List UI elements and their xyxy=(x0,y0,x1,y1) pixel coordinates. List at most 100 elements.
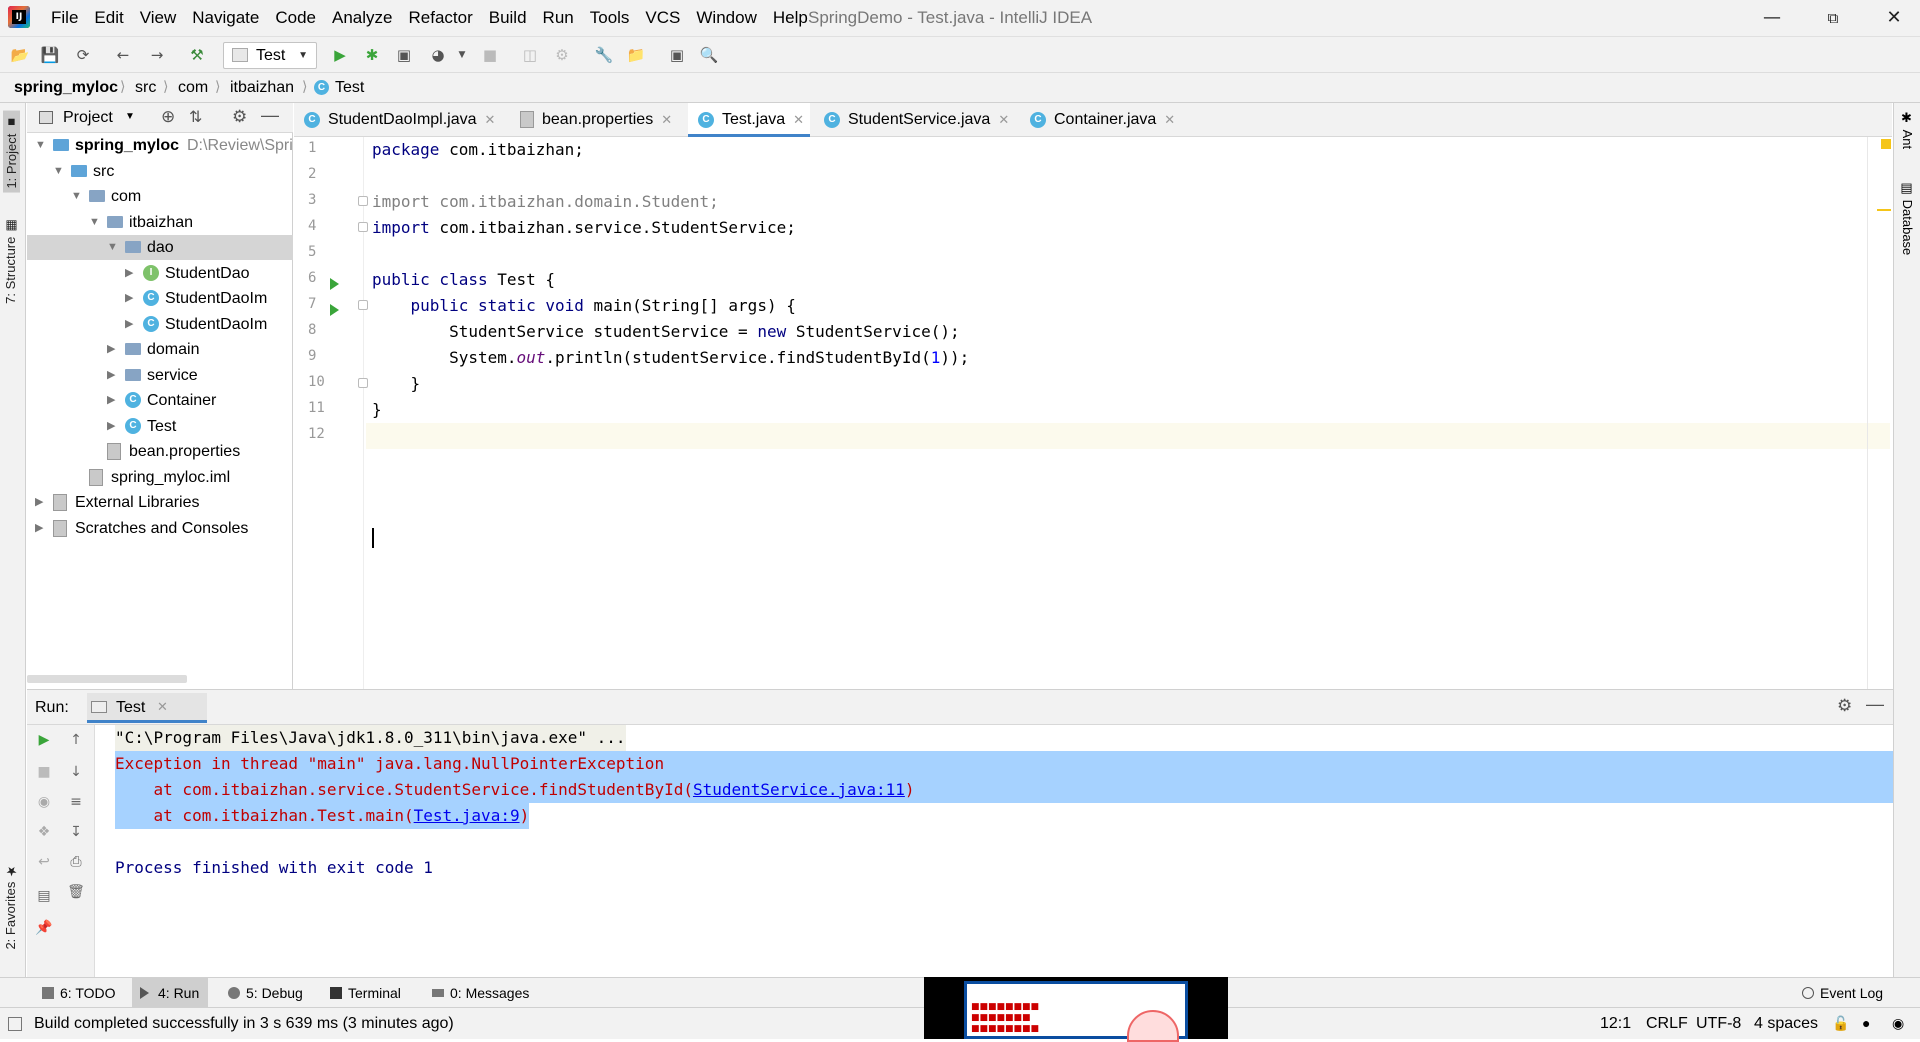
stop-icon[interactable]: ■ xyxy=(35,763,53,781)
menu-vcs[interactable]: VCS xyxy=(637,8,688,28)
collapse-all-icon[interactable]: ⇅ xyxy=(189,107,202,127)
tab-bean-properties[interactable]: bean.properties ✕ xyxy=(508,103,683,137)
collapse-arrow-icon[interactable]: ▶ xyxy=(107,388,115,413)
tree-item-studentdao[interactable]: ▶ I StudentDao xyxy=(27,261,293,286)
restore-icon[interactable]: ⧉ xyxy=(1818,6,1848,30)
run-with-coverage-icon[interactable]: ▣ xyxy=(394,45,414,65)
tree-item-src[interactable]: ▼ src xyxy=(27,159,293,184)
up-arrow-icon[interactable]: ↑ xyxy=(67,731,85,749)
tree-item-container[interactable]: ▶ C Container xyxy=(27,388,293,413)
project-structure-icon[interactable]: 📁 xyxy=(626,45,646,65)
menu-navigate[interactable]: Navigate xyxy=(184,8,267,28)
menu-analyze[interactable]: Analyze xyxy=(324,8,400,28)
file-encoding[interactable]: UTF-8 xyxy=(1696,1015,1741,1033)
tool-tab-project[interactable]: 1: Project ■ xyxy=(3,111,20,193)
editor-gutter[interactable]: 1 2 3 4 5 6 7 8 9 10 11 12 xyxy=(294,137,368,689)
tree-item-itbaizhan[interactable]: ▼ itbaizhan xyxy=(27,210,293,235)
tree-item-test[interactable]: ▶ C Test xyxy=(27,414,293,439)
debug-bug-icon[interactable]: ✱ xyxy=(362,45,382,65)
close-tab-icon[interactable]: ✕ xyxy=(1164,112,1175,127)
hide-panel-icon[interactable]: — xyxy=(261,105,279,126)
console-output[interactable]: "C:\Program Files\Java\jdk1.8.0_311\bin\… xyxy=(115,725,1893,978)
tool-tab-terminal[interactable]: Terminal xyxy=(322,978,412,1008)
locate-target-icon[interactable]: ⊕ xyxy=(161,107,175,127)
menu-view[interactable]: View xyxy=(132,8,185,28)
breadcrumb-src[interactable]: src xyxy=(135,79,156,97)
collapse-arrow-icon[interactable]: ▶ xyxy=(125,261,133,286)
code-area[interactable]: package com.itbaizhan; import com.itbaiz… xyxy=(366,137,1890,689)
fold-marker-icon[interactable] xyxy=(358,196,368,206)
tree-item-spring-myloc-iml[interactable]: spring_myloc.iml xyxy=(27,465,293,490)
collapse-arrow-icon[interactable]: ▶ xyxy=(107,414,115,439)
camera-dump-icon[interactable]: ◉ xyxy=(35,793,53,811)
inspector-icon[interactable]: ● xyxy=(1862,1015,1870,1031)
trash-icon[interactable]: 🗑 xyxy=(67,883,85,901)
tab-test-java[interactable]: C Test.java ✕ xyxy=(688,103,810,137)
tree-item-com[interactable]: ▼ com xyxy=(27,184,293,209)
update-running-app-icon[interactable]: ⚙ xyxy=(552,45,572,65)
stop-icon[interactable]: ■ xyxy=(480,45,500,65)
hide-panel-icon[interactable]: — xyxy=(1866,694,1884,715)
gear-icon[interactable]: ⚙ xyxy=(232,107,247,127)
run-gutter-icon[interactable] xyxy=(330,278,339,290)
fold-marker-icon[interactable] xyxy=(358,300,368,310)
tool-tab-todo[interactable]: 6: TODO xyxy=(34,978,120,1008)
terminal-window-icon[interactable]: ▣ xyxy=(667,45,687,65)
menu-build[interactable]: Build xyxy=(481,8,535,28)
expand-arrow-icon[interactable]: ▼ xyxy=(89,210,100,235)
error-stripe-marker[interactable] xyxy=(1877,209,1891,211)
project-view-selector[interactable]: Project xyxy=(63,109,113,127)
expand-arrow-icon[interactable]: ▼ xyxy=(107,235,118,260)
status-message[interactable]: Build completed successfully in 3 s 639 … xyxy=(34,1015,454,1033)
collapse-arrow-icon[interactable]: ▶ xyxy=(35,490,43,515)
close-tab-icon[interactable]: ✕ xyxy=(998,112,1009,127)
tab-studentdaoimpl[interactable]: C StudentDaoImpl.java ✕ xyxy=(294,103,508,137)
breadcrumb-test[interactable]: Test xyxy=(335,79,364,97)
tree-item-domain[interactable]: ▶ domain xyxy=(27,337,293,362)
menu-window[interactable]: Window xyxy=(688,8,764,28)
search-icon[interactable]: 🔍 xyxy=(699,45,719,65)
project-tree-horizontal-scrollbar[interactable] xyxy=(27,675,187,683)
tool-tab-database[interactable]: ▤ Database xyxy=(1900,181,1915,255)
restore-layout-icon[interactable]: ❖ xyxy=(35,823,53,841)
expand-arrow-icon[interactable]: ▼ xyxy=(53,159,64,184)
caret-position[interactable]: 12:1 xyxy=(1600,1015,1631,1033)
tool-tab-run[interactable]: 4: Run xyxy=(132,978,208,1008)
menu-tools[interactable]: Tools xyxy=(582,8,638,28)
collapse-arrow-icon[interactable]: ▶ xyxy=(35,516,43,541)
menu-file[interactable]: File xyxy=(43,8,86,28)
close-tab-icon[interactable]: ✕ xyxy=(157,699,168,715)
run-configuration-select[interactable]: Test ▼ xyxy=(223,42,317,69)
tree-item-external-libraries[interactable]: ▶ External Libraries xyxy=(27,490,293,515)
close-icon[interactable]: ✕ xyxy=(1879,6,1909,30)
collapse-arrow-icon[interactable]: ▶ xyxy=(107,337,115,362)
collapse-arrow-icon[interactable]: ▶ xyxy=(125,312,133,337)
profile-dropdown-icon[interactable]: ▼ xyxy=(452,45,472,65)
tree-item-bean-properties[interactable]: bean.properties xyxy=(27,439,293,464)
print-icon[interactable]: ⎙ xyxy=(67,853,85,871)
tree-item-scratches-and-consoles[interactable]: ▶ Scratches and Consoles xyxy=(27,516,293,541)
save-all-icon[interactable]: 💾 xyxy=(40,45,60,65)
tree-item-studentdaoim[interactable]: ▶ C StudentDaoIm xyxy=(27,286,293,311)
tool-tab-structure[interactable]: 7: Structure ▦ xyxy=(3,218,18,304)
fold-marker-icon[interactable] xyxy=(358,378,368,388)
settings-wrench-icon[interactable]: 🔧 xyxy=(594,45,614,65)
close-tab-icon[interactable]: ✕ xyxy=(485,112,496,127)
tool-tab-debug[interactable]: 5: Debug xyxy=(220,978,310,1008)
open-folder-icon[interactable]: 📂 xyxy=(10,45,30,65)
stack-trace-link[interactable]: Test.java:9 xyxy=(414,806,520,825)
back-arrow-icon[interactable]: ← xyxy=(113,45,133,65)
build-hammer-icon[interactable]: ⚒ xyxy=(187,45,207,65)
breadcrumb-itbaizhan[interactable]: itbaizhan xyxy=(230,79,294,97)
collapse-arrow-icon[interactable]: ▶ xyxy=(125,286,133,311)
run-gutter-icon[interactable] xyxy=(330,304,339,316)
notification-icon[interactable]: ◉ xyxy=(1892,1015,1904,1032)
breadcrumb-project[interactable]: spring_myloc xyxy=(14,79,118,97)
line-separator[interactable]: CRLF xyxy=(1646,1015,1688,1033)
forward-arrow-icon[interactable]: → xyxy=(147,45,167,65)
scroll-to-end-icon[interactable]: ↧ xyxy=(67,823,85,841)
tool-tab-ant[interactable]: ✱ Ant xyxy=(1900,111,1915,149)
chevron-down-icon[interactable]: ▼ xyxy=(125,111,135,122)
tool-tab-messages[interactable]: 0: Messages xyxy=(424,978,534,1008)
tab-studentservice[interactable]: C StudentService.java ✕ xyxy=(814,103,1014,137)
